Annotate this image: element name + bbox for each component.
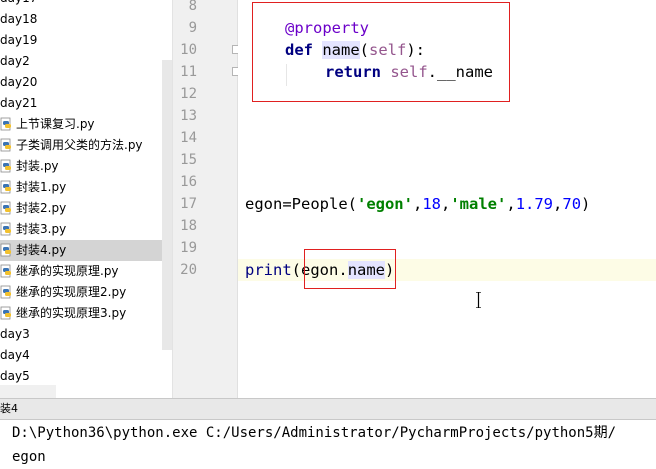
tree-item[interactable]: day17 [0,0,172,9]
line-number: 17 [180,196,197,212]
line-number: 13 [180,108,197,124]
tree-item[interactable]: day3 [0,324,172,345]
python-file-icon [0,243,11,257]
comma: , [506,195,516,213]
paren-open: ( [291,261,302,279]
line-number: 15 [180,152,197,168]
tree-item[interactable]: day20 [0,72,172,93]
python-file-icon [0,159,11,173]
python-file-icon [0,138,11,152]
line-number: 8 [188,0,197,14]
tree-item-label: 封装2.py [16,201,67,215]
tree-item[interactable]: 封装3.py [0,219,172,240]
tree-item[interactable]: 继承的实现原理2.py [0,282,172,303]
console-line: D:\Python36\python.exe C:/Users/Administ… [12,425,617,441]
tree-item-label: day2 [0,54,30,68]
tree-item-label: day18 [0,12,38,26]
text-cursor-icon [476,292,481,308]
code-editor[interactable]: @property def name(self): return self.__… [238,0,656,398]
tree-item-label: day3 [0,327,30,341]
python-file-icon [0,222,11,236]
tree-item-label: 封装4.py [16,243,67,257]
tree-item-label: 封装.py [16,159,59,173]
line-number: 18 [180,218,197,234]
editor-gutter: 8 9 10 11 12 13 14 15 16 17 18 19 20 [173,0,262,398]
tree-item-label: 封装1.py [16,180,67,194]
comma: , [412,195,423,213]
tree-item-label: 继承的实现原理2.py [16,285,127,299]
annotation-box-print [304,249,396,289]
line-number: 9 [188,20,197,36]
python-file-icon [0,306,11,320]
tree-item[interactable]: day21 [0,93,172,114]
tree-item[interactable]: 封装2.py [0,198,172,219]
tree-item[interactable]: 继承的实现原理.py [0,261,172,282]
tree-item[interactable]: 子类调用父类的方法.py [0,135,172,156]
line-number: 19 [180,240,197,256]
tree-item-label: day19 [0,33,38,47]
annotation-box-property [252,2,510,102]
tree-item[interactable]: day2 [0,51,172,72]
line-number: 11 [180,64,197,80]
tree-item-label: 上节课复习.py [16,117,95,131]
tree-horizontal-scrollbar[interactable] [0,385,56,398]
number-literal: 1.79 [515,195,554,213]
python-file-icon [0,201,11,215]
tree-item[interactable]: day18 [0,9,172,30]
run-panel-header: 装4 [0,398,656,420]
line-number: 10 [180,42,197,58]
comma: , [441,195,451,213]
tree-item[interactable]: day4 [0,345,172,366]
string-literal: 'male' [450,195,507,213]
line-number: 12 [180,86,197,102]
console-line: egon [12,449,46,465]
line-number: 14 [180,130,197,146]
python-file-icon [0,264,11,278]
tree-item-label: 继承的实现原理3.py [16,306,127,320]
paren-close: ) [581,195,591,213]
tree-item[interactable]: 封装.py [0,156,172,177]
comma: , [553,195,563,213]
python-file-icon [0,117,11,131]
tree-item-label: day21 [0,96,38,110]
project-tree: day17 day18 day19 day2 day20 day21 上节课复习.py 子类调… [0,0,173,398]
tree-item-label: day5 [0,369,30,383]
tree-item[interactable]: 封装1.py [0,177,172,198]
tree-item-label: 继承的实现原理.py [16,264,119,278]
code-line-17: egon=People('egon',18,'male',1.79,70) [245,193,590,215]
tree-item[interactable]: 继承的实现原理3.py [0,303,172,324]
tree-item-label: day4 [0,348,30,362]
tree-item-label: 子类调用父类的方法.py [16,138,143,152]
tree-scrollbar[interactable] [162,60,172,350]
tree-item[interactable]: 封装4.py [0,240,172,261]
line-number: 20 [180,262,197,278]
run-tab[interactable]: 装4 [0,399,18,419]
tree-item-label: day17 [0,0,37,9]
print-builtin: print [245,261,292,279]
python-file-icon [0,285,11,299]
tree-item-label: 封装3.py [16,222,67,236]
tree-item[interactable]: day5 [0,366,172,387]
number-literal: 18 [422,195,441,213]
run-console[interactable]: D:\Python36\python.exe C:/Users/Administ… [0,420,656,469]
tree-item[interactable]: 上节课复习.py [0,114,172,135]
assignment-prefix: egon=People( [245,195,357,213]
tree-item-label: day20 [0,75,38,89]
number-literal: 70 [562,195,582,213]
string-literal: 'egon' [356,195,413,213]
tree-item[interactable]: day19 [0,30,172,51]
python-file-icon [0,180,11,194]
line-number: 16 [180,174,197,190]
